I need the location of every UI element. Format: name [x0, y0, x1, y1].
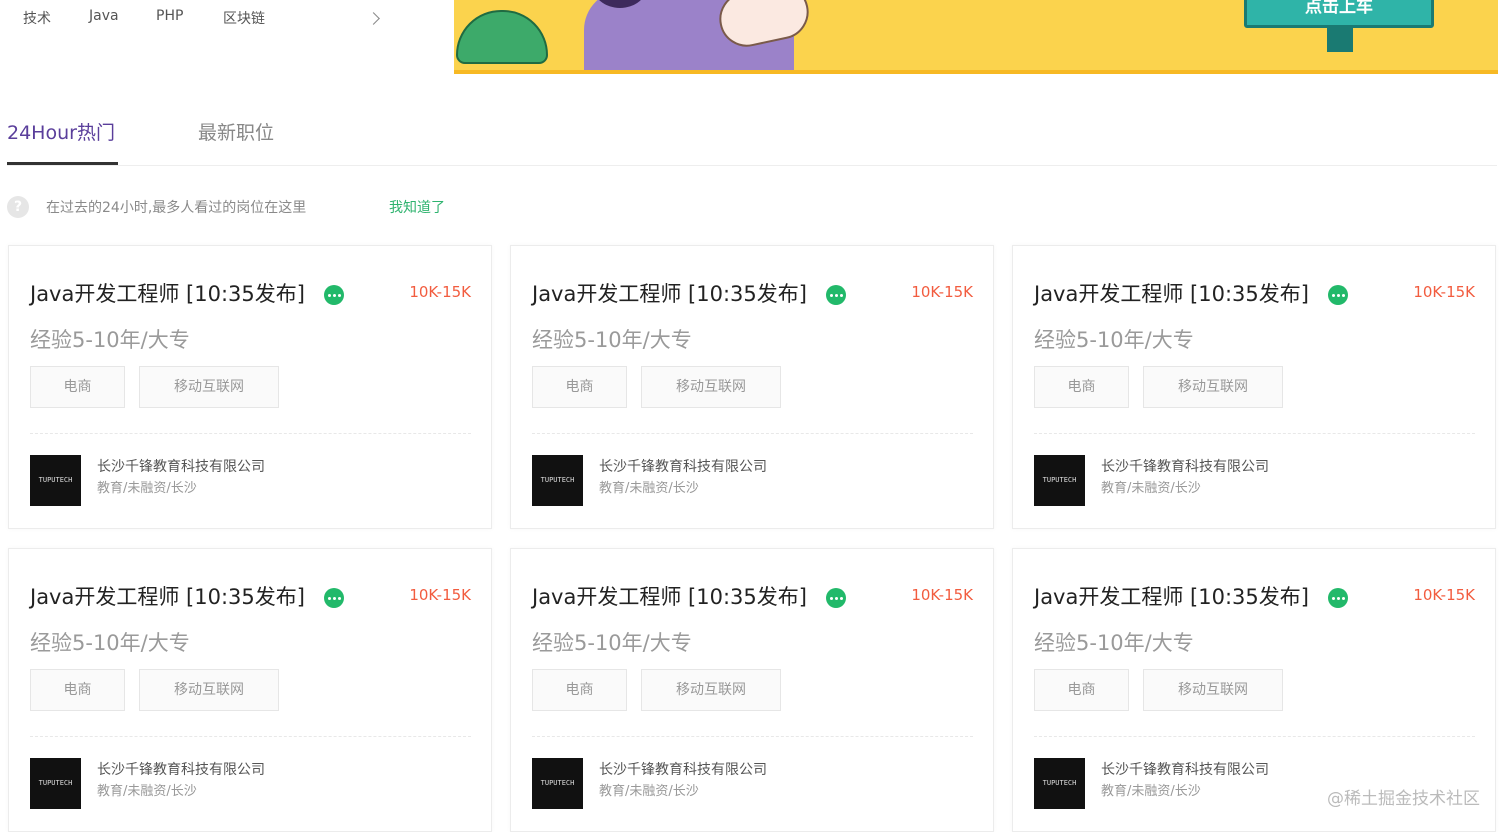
job-card[interactable]: Java开发工程师 [10:35发布] 10K-15K 经验5-10年/大专电商 移动…: [510, 548, 994, 832]
job-tag[interactable]: 电商: [1034, 669, 1129, 711]
card-divider: [30, 736, 471, 737]
job-tag[interactable]: 电商: [1034, 366, 1129, 408]
category-tech[interactable]: 技术: [23, 8, 51, 28]
company-name[interactable]: 长沙千锋教育科技有限公司: [97, 456, 265, 476]
question-icon: ?: [7, 196, 29, 218]
company-logo[interactable]: TUPUTECH: [1034, 455, 1085, 506]
watermark: @稀土掘金技术社区: [1327, 789, 1480, 809]
company-logo[interactable]: TUPUTECH: [532, 758, 583, 809]
job-requirements: 经验5-10年/大专: [30, 328, 190, 352]
job-card[interactable]: Java开发工程师 [10:35发布] 10K-15K 经验5-10年/大专电商 移动…: [510, 245, 994, 529]
company-name[interactable]: 长沙千锋教育科技有限公司: [97, 759, 265, 779]
chat-icon[interactable]: [826, 588, 846, 608]
chat-icon[interactable]: [324, 588, 344, 608]
company-info: 教育/未融资/长沙: [97, 784, 197, 799]
tab-24hour-hot[interactable]: 24Hour热门: [7, 118, 115, 145]
company-name[interactable]: 长沙千锋教育科技有限公司: [1101, 759, 1269, 779]
job-card[interactable]: Java开发工程师 [10:35发布] 10K-15K 经验5-10年/大专电商 移动…: [8, 548, 492, 832]
job-requirements: 经验5-10年/大专: [1034, 328, 1194, 352]
salary: 10K-15K: [409, 586, 471, 604]
chat-icon[interactable]: [1328, 285, 1348, 305]
category-blockchain[interactable]: 区块链: [223, 8, 265, 28]
job-requirements: 经验5-10年/大专: [1034, 631, 1194, 655]
card-divider: [1034, 433, 1475, 434]
job-title[interactable]: Java开发工程师 [10:35发布]: [30, 278, 305, 308]
job-tag[interactable]: 移动互联网: [1143, 669, 1283, 711]
dismiss-hint-link[interactable]: 我知道了: [389, 197, 445, 217]
salary: 10K-15K: [409, 283, 471, 301]
card-divider: [532, 736, 973, 737]
job-tag[interactable]: 移动互联网: [641, 669, 781, 711]
job-title[interactable]: Java开发工程师 [10:35发布]: [1034, 278, 1309, 308]
chat-icon[interactable]: [1328, 588, 1348, 608]
company-name[interactable]: 长沙千锋教育科技有限公司: [1101, 456, 1269, 476]
salary: 10K-15K: [1413, 283, 1475, 301]
job-title[interactable]: Java开发工程师 [10:35发布]: [1034, 581, 1309, 611]
company-info: 教育/未融资/长沙: [1101, 784, 1201, 799]
job-tabs: 24Hour热门 最新职位: [7, 100, 1497, 166]
category-nav: 技术 Java PHP 区块链: [0, 0, 440, 60]
job-requirements: 经验5-10年/大专: [532, 631, 692, 655]
salary: 10K-15K: [911, 283, 973, 301]
chevron-right-icon[interactable]: [367, 12, 380, 25]
job-title[interactable]: Java开发工程师 [10:35发布]: [532, 278, 807, 308]
active-tab-indicator: [7, 162, 118, 165]
company-info: 教育/未融资/长沙: [599, 784, 699, 799]
job-tag[interactable]: 电商: [532, 669, 627, 711]
salary: 10K-15K: [911, 586, 973, 604]
category-java[interactable]: Java: [89, 8, 119, 24]
company-info: 教育/未融资/长沙: [97, 481, 197, 496]
company-logo[interactable]: TUPUTECH: [532, 455, 583, 506]
job-tag[interactable]: 移动互联网: [1143, 366, 1283, 408]
company-info: 教育/未融资/长沙: [599, 481, 699, 496]
company-name[interactable]: 长沙千锋教育科技有限公司: [599, 456, 767, 476]
job-title[interactable]: Java开发工程师 [10:35发布]: [30, 581, 305, 611]
job-tag[interactable]: 电商: [30, 669, 125, 711]
job-card[interactable]: Java开发工程师 [10:35发布] 10K-15K 经验5-10年/大专电商 移动…: [1012, 245, 1496, 529]
job-card[interactable]: Java开发工程师 [10:35发布] 10K-15K 经验5-10年/大专电商 移动…: [8, 245, 492, 529]
job-title[interactable]: Java开发工程师 [10:35发布]: [532, 581, 807, 611]
job-tag[interactable]: 电商: [532, 366, 627, 408]
job-tag[interactable]: 移动互联网: [139, 669, 279, 711]
job-requirements: 经验5-10年/大专: [30, 631, 190, 655]
sign-post: [1327, 28, 1353, 52]
hint-text: 在过去的24小时,最多人看过的岗位在这里: [46, 200, 307, 216]
salary: 10K-15K: [1413, 586, 1475, 604]
job-tag[interactable]: 移动互联网: [641, 366, 781, 408]
card-divider: [532, 433, 973, 434]
chat-icon[interactable]: [324, 285, 344, 305]
job-requirements: 经验5-10年/大专: [532, 328, 692, 352]
company-name[interactable]: 长沙千锋教育科技有限公司: [599, 759, 767, 779]
hint-bar: ? 在过去的24小时,最多人看过的岗位在这里 我知道了: [7, 194, 487, 220]
bush-illustration: [456, 10, 548, 64]
company-logo[interactable]: TUPUTECH: [30, 455, 81, 506]
chat-icon[interactable]: [826, 285, 846, 305]
job-tag[interactable]: 电商: [30, 366, 125, 408]
company-logo[interactable]: TUPUTECH: [30, 758, 81, 809]
card-divider: [1034, 736, 1475, 737]
promo-banner[interactable]: 点击上车: [454, 0, 1498, 74]
company-info: 教育/未融资/长沙: [1101, 481, 1201, 496]
category-php[interactable]: PHP: [156, 8, 183, 24]
card-divider: [30, 433, 471, 434]
job-tag[interactable]: 移动互联网: [139, 366, 279, 408]
tab-latest-jobs[interactable]: 最新职位: [198, 118, 274, 145]
banner-sign[interactable]: 点击上车: [1244, 0, 1434, 28]
company-logo[interactable]: TUPUTECH: [1034, 758, 1085, 809]
